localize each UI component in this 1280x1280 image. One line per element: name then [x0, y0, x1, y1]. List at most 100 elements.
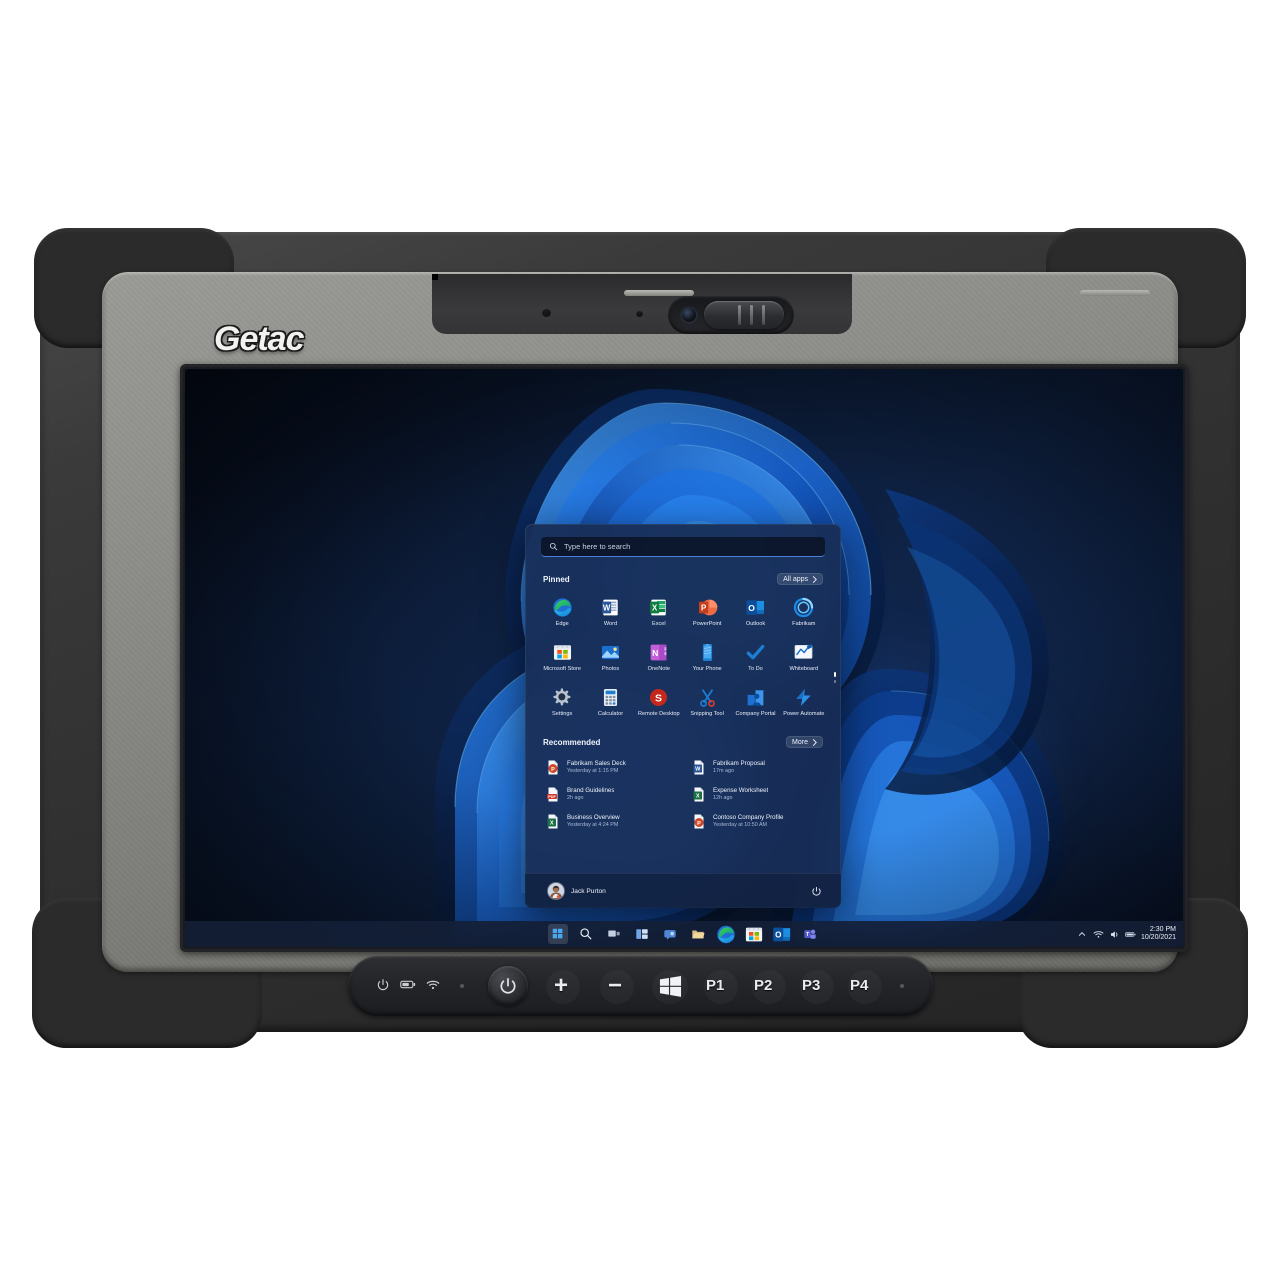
- pinned-app-label: Calculator: [597, 711, 624, 718]
- pinned-app-powerpoint[interactable]: P PowerPoint: [683, 594, 731, 630]
- recommended-item[interactable]: W Fabrikam Proposal 17m ago: [687, 756, 825, 778]
- programmable-button-2[interactable]: P2: [754, 977, 772, 994]
- battery-led-icon: [400, 979, 416, 990]
- teams-button[interactable]: T: [800, 924, 820, 944]
- user-account-button[interactable]: Jack Purton: [543, 880, 611, 902]
- chat-button[interactable]: [660, 924, 680, 944]
- svg-text:PDF: PDF: [548, 795, 556, 799]
- user-name: Jack Purton: [571, 887, 606, 895]
- screenshot-root: Getac Type here to search Pinned All app…: [0, 0, 1280, 1280]
- power-button-hardware[interactable]: [488, 966, 528, 1006]
- display-screen[interactable]: Type here to search Pinned All apps Edge…: [185, 369, 1183, 947]
- battery-icon[interactable]: [1125, 929, 1136, 940]
- search-icon: [549, 542, 558, 551]
- widgets-button[interactable]: [632, 924, 652, 944]
- all-apps-button[interactable]: All apps: [777, 573, 823, 585]
- recommended-list[interactable]: P Fabrikam Sales Deck Yesterday at 1:15 PM…: [525, 756, 841, 832]
- store-icon: [552, 642, 573, 663]
- file-explorer-button[interactable]: [688, 924, 708, 944]
- pager-dot[interactable]: [833, 680, 836, 683]
- recommended-item[interactable]: X Expense Worksheet 12h ago: [687, 783, 825, 805]
- remote-desktop-icon: S: [648, 687, 669, 708]
- pinned-apps-grid[interactable]: Edge W Word X Excel P PowerPoint O Outlook Fabrik…: [525, 594, 841, 720]
- power-icon: [811, 886, 821, 896]
- outlook-button[interactable]: O: [772, 924, 792, 944]
- recommended-item-time: Yesterday at 4:24 PM: [567, 821, 619, 828]
- pinned-app-to-do[interactable]: To Do: [731, 639, 779, 675]
- more-label: More: [792, 738, 808, 746]
- recommended-item-time: Yesterday at 10:50 AM: [713, 821, 768, 828]
- outlook-icon: O: [745, 597, 766, 618]
- start-menu[interactable]: Type here to search Pinned All apps Edge…: [525, 524, 841, 908]
- pinned-app-onenote[interactable]: N OneNote: [635, 639, 683, 675]
- wifi-led-glyph: [426, 980, 440, 990]
- power-button[interactable]: [809, 884, 823, 898]
- pinned-app-edge[interactable]: Edge: [538, 594, 586, 630]
- pinned-app-word[interactable]: W Word: [586, 594, 634, 630]
- pinned-app-your-phone[interactable]: Your Phone: [683, 639, 731, 675]
- battery-glyph: [1125, 931, 1136, 937]
- volume-down-button[interactable]: −: [608, 974, 622, 998]
- shutter-ridge: [738, 305, 741, 325]
- pinned-app-outlook[interactable]: O Outlook: [731, 594, 779, 630]
- pdf-file-icon: PDF: [545, 786, 561, 802]
- wifi-icon[interactable]: [1093, 929, 1104, 940]
- pinned-app-label: To Do: [748, 666, 763, 673]
- pinned-pager[interactable]: [833, 672, 836, 683]
- powerpoint-file-icon: P: [691, 813, 707, 829]
- windows-button[interactable]: [658, 975, 683, 1003]
- pinned-app-microsoft-store[interactable]: Microsoft Store: [538, 639, 586, 675]
- programmable-button-4[interactable]: P4: [850, 977, 868, 994]
- clock-time: 2:30 PM: [1149, 925, 1176, 933]
- your-phone-icon: [697, 642, 718, 663]
- start-button[interactable]: [548, 924, 568, 944]
- taskbar[interactable]: OT 2:30 PM 10/20/2021: [185, 921, 1183, 947]
- recommended-item-time: 17m ago: [713, 767, 734, 774]
- recommended-title: Recommended: [543, 737, 601, 747]
- taskbar-center-group[interactable]: OT: [548, 924, 820, 944]
- store-button[interactable]: [744, 924, 764, 944]
- recommended-item[interactable]: P Fabrikam Sales Deck Yesterday at 1:15 PM: [541, 756, 679, 778]
- pinned-app-label: Microsoft Store: [543, 666, 581, 673]
- pinned-app-snipping-tool[interactable]: Snipping Tool: [683, 684, 731, 720]
- show-hidden-icons-button[interactable]: [1077, 929, 1088, 940]
- recommended-item[interactable]: PDF Brand Guidelines 2h ago: [541, 783, 679, 805]
- pinned-app-company-portal[interactable]: Company Portal: [731, 684, 779, 720]
- pager-dot-active[interactable]: [833, 672, 836, 677]
- programmable-button-3[interactable]: P3: [802, 977, 820, 994]
- front-camera-housing: [668, 296, 794, 334]
- clock[interactable]: 2:30 PM 10/20/2021: [1141, 926, 1179, 942]
- pinned-app-fabrikam[interactable]: Fabrikam: [780, 594, 828, 630]
- task-view-button[interactable]: [604, 924, 624, 944]
- pinned-app-settings[interactable]: Settings: [538, 684, 586, 720]
- power-automate-icon: [793, 687, 814, 708]
- volume-icon[interactable]: [1109, 929, 1120, 940]
- pinned-app-label: Photos: [601, 666, 620, 673]
- system-tray[interactable]: 2:30 PM 10/20/2021: [1077, 921, 1179, 947]
- chevron-up-icon: [1079, 932, 1086, 936]
- pinned-app-excel[interactable]: X Excel: [635, 594, 683, 630]
- recommended-item[interactable]: X Business Overview Yesterday at 4:24 PM: [541, 810, 679, 832]
- pinned-app-label: Excel: [651, 621, 666, 627]
- pinned-app-remote-desktop[interactable]: S Remote Desktop: [635, 684, 683, 720]
- volume-up-button[interactable]: +: [554, 974, 568, 998]
- pinned-app-power-automate[interactable]: Power Automate: [780, 684, 828, 720]
- programmable-button-1[interactable]: P1: [706, 977, 724, 994]
- pinned-app-calculator[interactable]: Calculator: [586, 684, 634, 720]
- camera-privacy-shutter[interactable]: [704, 301, 784, 329]
- pinned-app-label: Whiteboard: [789, 666, 819, 673]
- onenote-icon: N: [648, 642, 669, 663]
- wifi-glyph: [1093, 930, 1104, 938]
- more-button[interactable]: More: [786, 736, 823, 749]
- recommended-item-name: Fabrikam Proposal: [713, 760, 765, 768]
- recommended-item[interactable]: P Contoso Company Profile Yesterday at 10:…: [687, 810, 825, 832]
- power-icon: [500, 978, 516, 994]
- svg-text:X: X: [550, 820, 554, 826]
- pinned-app-whiteboard[interactable]: Whiteboard: [780, 639, 828, 675]
- pinned-title: Pinned: [543, 574, 570, 584]
- recommended-item-time: Yesterday at 1:15 PM: [567, 767, 619, 774]
- start-search-box[interactable]: Type here to search: [541, 537, 825, 557]
- pinned-app-photos[interactable]: Photos: [586, 639, 634, 675]
- edge-button[interactable]: [716, 924, 736, 944]
- search-button[interactable]: [576, 924, 596, 944]
